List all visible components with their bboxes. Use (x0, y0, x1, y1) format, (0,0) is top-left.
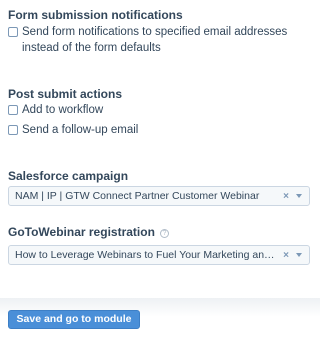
gotowebinar-registration-label: GoToWebinar registration (8, 225, 155, 239)
chevron-down-icon[interactable] (296, 253, 302, 257)
chevron-down-icon[interactable] (296, 194, 302, 198)
save-and-go-to-module-list-button[interactable]: Save and go to module list (8, 310, 140, 340)
send-follow-up-email-checkbox[interactable] (8, 125, 18, 135)
clear-icon[interactable]: × (281, 250, 291, 261)
send-notifications-label: Send form notifications to specified ema… (22, 26, 288, 54)
salesforce-campaign-title: Salesforce campaign (8, 169, 129, 183)
send-follow-up-email-option[interactable]: Send a follow-up email (8, 122, 314, 138)
send-follow-up-email-label: Send a follow-up email (22, 124, 139, 136)
add-to-workflow-label: Add to workflow (22, 104, 104, 116)
add-to-workflow-option[interactable]: Add to workflow (8, 102, 314, 118)
salesforce-campaign-value: NAM | IP | GTW Connect Partner Customer … (15, 190, 260, 202)
send-notifications-checkbox[interactable] (8, 27, 18, 37)
clear-icon[interactable]: × (281, 191, 291, 202)
form-options-panel: Form submission notifications Send form … (0, 0, 320, 340)
gotowebinar-registration-title: GoToWebinar registration? (8, 225, 169, 239)
send-notifications-option[interactable]: Send form notifications to specified ema… (8, 24, 314, 56)
salesforce-campaign-select[interactable]: NAM | IP | GTW Connect Partner Customer … (8, 186, 310, 206)
gotowebinar-registration-value: How to Leverage Webinars to Fuel Your Ma… (15, 249, 281, 261)
add-to-workflow-checkbox[interactable] (8, 105, 18, 115)
post-submit-actions-title: Post submit actions (8, 87, 123, 101)
help-icon[interactable]: ? (159, 229, 169, 238)
form-notifications-title: Form submission notifications (8, 8, 183, 22)
gotowebinar-registration-select[interactable]: How to Leverage Webinars to Fuel Your Ma… (8, 245, 310, 265)
